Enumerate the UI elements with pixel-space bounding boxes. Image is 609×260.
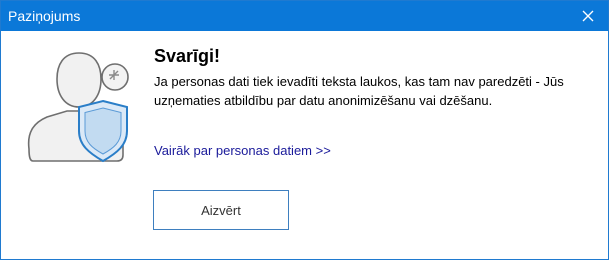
- window-title: Paziņojums: [8, 8, 81, 24]
- close-window-button[interactable]: [568, 1, 608, 31]
- close-button[interactable]: Aizvērt: [153, 190, 289, 230]
- dialog-message: Ja personas dati tiek ievadīti teksta la…: [154, 74, 564, 108]
- user-shield-icon: [23, 45, 135, 163]
- dialog-heading: Svarīgi!: [154, 46, 221, 66]
- close-icon: [582, 10, 594, 22]
- dialog-window: Paziņojums Svarīgi! Ja personas dati tie…: [0, 0, 609, 260]
- title-bar[interactable]: Paziņojums: [1, 1, 608, 31]
- more-info-link[interactable]: Vairāk par personas datiem >>: [154, 143, 331, 159]
